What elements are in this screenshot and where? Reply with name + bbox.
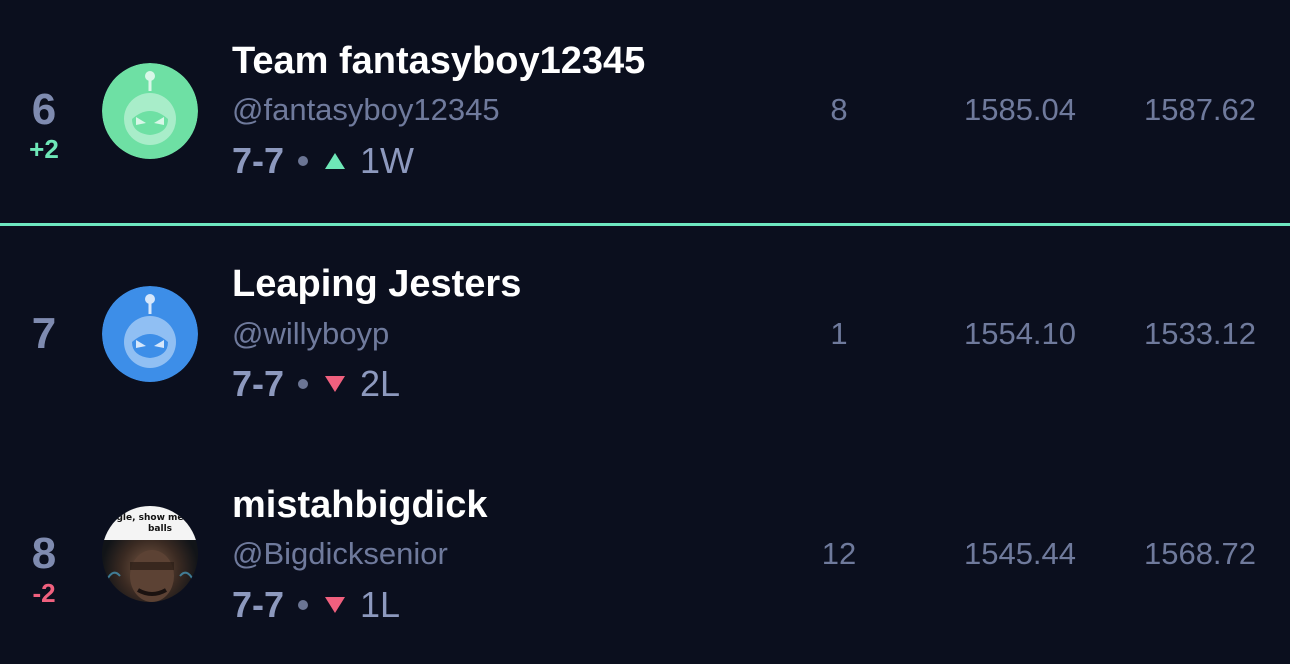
record-line: 7-7 1W: [232, 140, 415, 181]
stat-col-3: 1533.12: [1143, 316, 1257, 351]
streak: 1L: [360, 584, 401, 625]
team-avatar[interactable]: gle, show me balls: [102, 506, 198, 602]
team-name[interactable]: mistahbigdick: [232, 484, 488, 527]
win-loss-record: 7-7: [232, 363, 285, 404]
separator-dot: [298, 600, 309, 610]
team-avatar[interactable]: [102, 286, 198, 382]
triangle-up-icon: [325, 153, 346, 169]
triangle-down-icon: [325, 597, 346, 613]
streak: 2L: [360, 363, 401, 404]
rank-block: 6 +2: [0, 85, 88, 165]
stat-col-1: 1: [830, 316, 848, 351]
record-line: 7-7 1L: [232, 584, 401, 625]
team-avatar[interactable]: [102, 63, 198, 159]
win-loss-record: 7-7: [232, 140, 285, 181]
svg-text:balls: balls: [148, 524, 172, 534]
team-name[interactable]: Team fantasyboy12345: [232, 40, 645, 83]
standings-row[interactable]: 7 Leaping Jesters @willyboyp 7-7 2L 1 15…: [0, 226, 1290, 448]
separator-dot: [298, 379, 309, 389]
rank-number: 6: [31, 85, 57, 134]
stat-col-3: 1587.62: [1143, 92, 1257, 127]
stat-col-2: 1554.10: [963, 316, 1077, 351]
rank-number: 7: [31, 309, 57, 358]
streak: 1W: [360, 140, 415, 181]
rank-number: 8: [31, 529, 57, 578]
team-name[interactable]: Leaping Jesters: [232, 263, 521, 306]
stat-col-3: 1568.72: [1143, 536, 1257, 571]
stat-col-2: 1545.44: [963, 536, 1077, 571]
rank-block: 7: [0, 312, 88, 356]
standings-row[interactable]: 8 -2 gle, show me balls mistahbigdick @B…: [0, 446, 1290, 664]
separator-dot: [298, 156, 309, 166]
photo-avatar-icon: gle, show me balls: [102, 506, 198, 602]
user-handle[interactable]: @willyboyp: [232, 316, 389, 352]
rank-change: -2: [32, 578, 56, 608]
svg-text:gle, show me: gle, show me: [116, 513, 183, 523]
robot-avatar-icon: [102, 63, 198, 159]
win-loss-record: 7-7: [232, 584, 285, 625]
stat-col-1: 8: [830, 92, 848, 127]
user-handle[interactable]: @fantasyboy12345: [232, 92, 500, 128]
robot-avatar-icon: [102, 286, 198, 382]
rank-change: +2: [29, 134, 59, 164]
stat-col-1: 12: [821, 536, 857, 571]
rank-block: 8 -2: [0, 529, 88, 609]
triangle-down-icon: [325, 376, 346, 392]
standings-row[interactable]: 6 +2 Team fantasyboy12345 @fantasyboy123…: [0, 0, 1290, 224]
stat-col-2: 1585.04: [963, 92, 1077, 127]
user-handle[interactable]: @Bigdicksenior: [232, 536, 448, 572]
record-line: 7-7 2L: [232, 363, 401, 404]
